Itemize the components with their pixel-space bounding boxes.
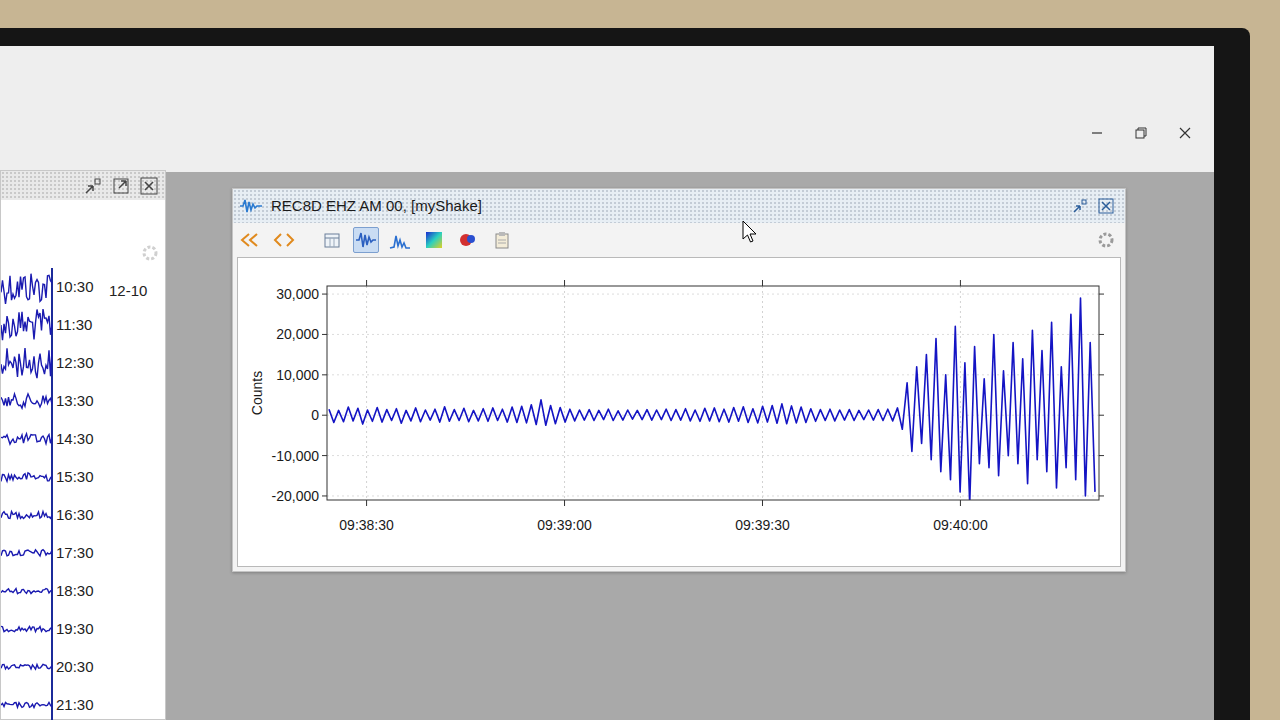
maximize-icon[interactable] <box>1130 122 1152 144</box>
helicorder-trace <box>1 268 53 306</box>
time-label: 13:30 <box>53 390 94 413</box>
helicorder-row[interactable]: 17:30 <box>1 534 109 572</box>
particle-motion-icon[interactable] <box>455 227 481 253</box>
x-tick-label: 09:39:00 <box>537 517 592 533</box>
trace-line <box>1 434 52 444</box>
wave-toolbar <box>233 223 1125 257</box>
helicorder-trace <box>1 306 53 344</box>
trace-line <box>1 702 52 707</box>
time-label: 15:30 <box>53 466 94 489</box>
helicorder-row[interactable]: 11:30 <box>1 306 109 344</box>
window-title: REC8D EHZ AM 00, [myShake] <box>271 195 482 218</box>
shrink-icon[interactable] <box>1071 197 1089 215</box>
wave-window[interactable]: REC8D EHZ AM 00, [myShake] 30,000 20,000 1… <box>232 188 1126 572</box>
spectrogram-icon[interactable] <box>421 227 447 253</box>
trace-line <box>1 309 52 340</box>
helicorder-trace <box>1 496 53 534</box>
y-tick-label: 20,000 <box>276 326 319 342</box>
y-tick-label: 30,000 <box>276 286 319 302</box>
helicorder-trace <box>1 382 53 420</box>
helicorder-trace <box>1 534 53 572</box>
helicorder-row[interactable]: 14:30 <box>1 420 109 458</box>
time-label: 14:30 <box>53 428 94 451</box>
time-label: 12:30 <box>53 352 94 375</box>
helicorder-row[interactable]: 15:30 <box>1 458 109 496</box>
wave-plot-panel: 30,000 20,000 10,000 0 -10,000 -20,000 09:38:3… <box>237 257 1121 567</box>
helicorder-row[interactable]: 10:30 <box>1 268 109 306</box>
helicorder-row[interactable]: 20:30 <box>1 648 109 686</box>
spinner-icon <box>141 240 159 264</box>
helicorder-trace <box>1 610 53 648</box>
scroll-icon[interactable] <box>271 227 297 253</box>
window-icon <box>239 198 263 214</box>
clipboard-icon[interactable] <box>489 227 515 253</box>
trace-line <box>1 274 52 304</box>
y-tick-label: 0 <box>311 407 319 423</box>
trace-line <box>1 348 52 378</box>
seismogram-chart: 30,000 20,000 10,000 0 -10,000 -20,000 09:38:3… <box>238 258 1121 566</box>
close-icon[interactable] <box>139 176 159 196</box>
close-icon[interactable] <box>1097 197 1115 215</box>
waveform-icon[interactable] <box>353 227 379 253</box>
time-label: 11:30 <box>53 314 92 337</box>
x-tick-label: 09:39:30 <box>735 517 790 533</box>
spinner-icon <box>1097 231 1115 249</box>
app-title-bar <box>0 46 1214 172</box>
mouse-cursor-icon <box>742 219 758 244</box>
time-label: 18:30 <box>53 580 94 603</box>
wave-title-bar[interactable]: REC8D EHZ AM 00, [myShake] <box>233 189 1125 223</box>
photo-stage: 10:30 11:30 12:30 13:30 14:30 15:30 16:30 17:30… <box>0 0 1280 720</box>
helicorder-trace <box>1 458 53 496</box>
helicorder-window[interactable]: 10:30 11:30 12:30 13:30 14:30 15:30 16:30 17:30… <box>0 170 166 720</box>
close-icon[interactable] <box>1174 122 1196 144</box>
zoom-back-icon[interactable] <box>237 227 263 253</box>
y-tick-label: -20,000 <box>272 488 320 504</box>
helicorder-row[interactable]: 18:30 <box>1 572 109 610</box>
seismic-trace <box>329 298 1095 500</box>
minimize-icon[interactable] <box>1086 122 1108 144</box>
trace-line <box>1 512 52 519</box>
spectrum-icon[interactable] <box>387 227 413 253</box>
trace-line <box>1 664 52 669</box>
helicorder-trace <box>1 344 53 382</box>
y-tick-label: -10,000 <box>272 448 320 464</box>
y-tick-label: 10,000 <box>276 367 319 383</box>
helicorder-body: 10:30 11:30 12:30 13:30 14:30 15:30 16:30 17:30… <box>1 200 165 719</box>
helicorder-trace <box>1 572 53 610</box>
helicorder-row[interactable]: 21:30 <box>1 686 109 720</box>
trace-line <box>1 394 52 408</box>
x-tick-label: 09:40:00 <box>933 517 988 533</box>
helicorder-trace <box>1 648 53 686</box>
helicorder-row[interactable]: 16:30 <box>1 496 109 534</box>
helicorder-row[interactable]: 13:30 <box>1 382 109 420</box>
trace-line <box>1 589 52 594</box>
helicorder-rows: 10:30 11:30 12:30 13:30 14:30 15:30 16:30 17:30… <box>1 200 109 719</box>
helicorder-row[interactable]: 19:30 <box>1 610 109 648</box>
trace-line <box>1 550 52 556</box>
table-icon[interactable] <box>319 227 345 253</box>
time-label: 17:30 <box>53 542 94 565</box>
helicorder-trace <box>1 420 53 458</box>
helicorder-trace <box>1 686 53 720</box>
helicorder-date: 12-10 <box>109 200 147 719</box>
shrink-icon[interactable] <box>83 176 103 196</box>
time-label: 16:30 <box>53 504 94 527</box>
expand-icon[interactable] <box>111 176 131 196</box>
time-label: 20:30 <box>53 656 94 679</box>
y-axis-label: Counts <box>249 371 265 415</box>
helicorder-row[interactable]: 12:30 <box>1 344 109 382</box>
trace-line <box>1 626 52 631</box>
trace-line <box>1 473 52 482</box>
time-label: 19:30 <box>53 618 94 641</box>
x-tick-label: 09:38:30 <box>339 517 394 533</box>
time-label: 10:30 <box>53 276 94 299</box>
helicorder-header[interactable] <box>1 171 165 200</box>
time-label: 21:30 <box>53 694 94 717</box>
